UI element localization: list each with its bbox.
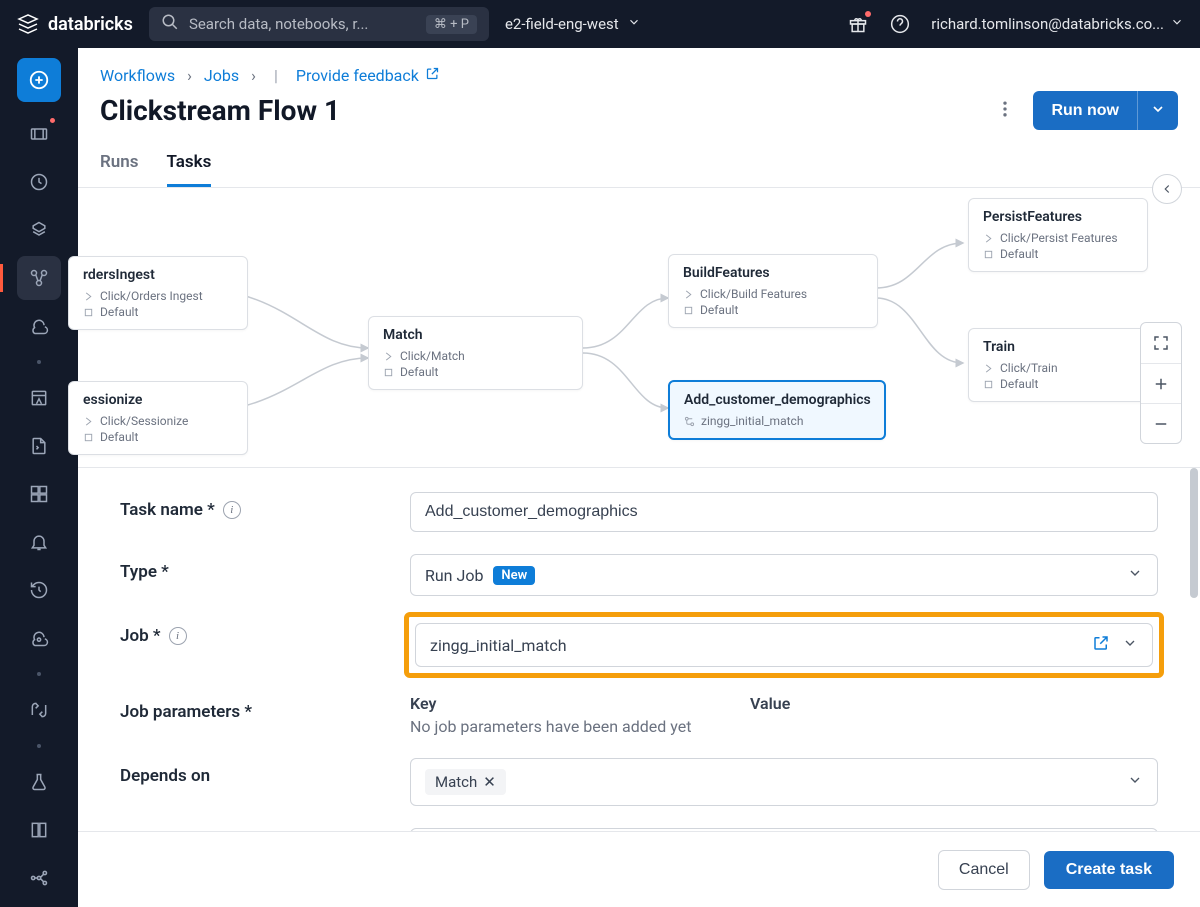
task-node-orders-ingest[interactable]: rdersIngest Click/Orders Ingest Default xyxy=(68,256,248,330)
job-label: Job * xyxy=(120,626,161,646)
dependency-chip: Match✕ xyxy=(425,769,506,795)
search-placeholder: Search data, notebooks, r... xyxy=(189,15,416,33)
sidebar-item-recent[interactable] xyxy=(17,160,61,204)
tab-runs[interactable]: Runs xyxy=(100,152,139,187)
user-menu[interactable]: richard.tomlinson@databricks.co... xyxy=(931,15,1184,33)
sidebar-item-experiments[interactable] xyxy=(17,760,61,804)
chevron-down-icon xyxy=(1127,565,1143,585)
task-node-match[interactable]: Match Click/Match Default xyxy=(368,316,583,390)
search-shortcut: ⌘ + P xyxy=(426,15,477,34)
task-node-sessionize[interactable]: essionize Click/Sessionize Default xyxy=(68,381,248,455)
no-params-message: No job parameters have been added yet xyxy=(410,717,1158,736)
databricks-icon xyxy=(16,12,40,36)
help-icon[interactable] xyxy=(889,13,911,35)
chevron-right-icon: › xyxy=(251,66,256,85)
search-icon xyxy=(161,13,179,35)
new-button[interactable] xyxy=(17,58,61,102)
sidebar-item-history[interactable] xyxy=(17,568,61,612)
chevron-down-icon xyxy=(1122,635,1138,655)
info-icon[interactable]: i xyxy=(223,501,241,519)
task-node-persist-features[interactable]: PersistFeatures Click/Persist Features D… xyxy=(968,198,1148,272)
external-link-icon[interactable] xyxy=(1092,634,1110,656)
task-name-input[interactable] xyxy=(410,492,1158,532)
job-select[interactable]: zingg_initial_match xyxy=(415,623,1153,667)
sidebar-item-models[interactable] xyxy=(17,856,61,900)
sidebar-item-dashboards[interactable] xyxy=(17,472,61,516)
run-if-select[interactable]: All succeeded xyxy=(410,828,1158,831)
create-task-button[interactable]: Create task xyxy=(1044,851,1174,889)
sidebar-item-catalog[interactable] xyxy=(17,208,61,252)
sidebar-item-workflows[interactable] xyxy=(17,256,61,300)
feedback-link[interactable]: Provide feedback xyxy=(296,66,440,85)
task-node-train[interactable]: Train Click/Train Default xyxy=(968,328,1148,402)
zoom-out-button[interactable] xyxy=(1141,403,1181,443)
type-select[interactable]: Run Job New xyxy=(410,554,1158,596)
task-name-label: Task name * xyxy=(120,500,215,520)
type-label: Type * xyxy=(120,562,169,582)
gift-icon[interactable] xyxy=(847,13,869,35)
breadcrumb-jobs[interactable]: Jobs xyxy=(204,66,239,85)
new-badge: New xyxy=(493,566,535,585)
workspace-selector[interactable]: e2-field-eng-west xyxy=(505,15,641,33)
task-node-build-features[interactable]: BuildFeatures Click/Build Features Defau… xyxy=(668,254,878,328)
sidebar-item-warehouse[interactable] xyxy=(17,616,61,660)
page-title: Clickstream Flow 1 xyxy=(100,94,340,127)
scrollbar[interactable] xyxy=(1190,468,1198,598)
sidebar-item-pipelines[interactable] xyxy=(17,688,61,732)
cancel-button[interactable]: Cancel xyxy=(938,850,1030,890)
params-key-header: Key xyxy=(410,694,750,713)
sidebar-item-compute[interactable] xyxy=(17,304,61,348)
sidebar-item-editor[interactable] xyxy=(17,424,61,468)
brand-logo[interactable]: databricks xyxy=(16,12,133,36)
global-search[interactable]: Search data, notebooks, r... ⌘ + P xyxy=(149,7,489,41)
zoom-in-button[interactable] xyxy=(1141,363,1181,403)
depends-on-select[interactable]: Match✕ xyxy=(410,758,1158,806)
tab-tasks[interactable]: Tasks xyxy=(167,152,212,187)
job-parameters-label: Job parameters * xyxy=(120,702,252,722)
task-node-add-customer-demographics[interactable]: Add_customer_demographics zingg_initial_… xyxy=(668,380,886,440)
sidebar-item-features[interactable] xyxy=(17,808,61,852)
chevron-right-icon: › xyxy=(187,66,192,85)
task-config-panel: Task name * i Type * Run Job New Job * i z… xyxy=(78,468,1200,831)
highlighted-field: zingg_initial_match xyxy=(404,612,1164,678)
fit-view-button[interactable] xyxy=(1141,323,1181,363)
breadcrumb-workflows[interactable]: Workflows xyxy=(100,66,175,85)
left-sidebar xyxy=(0,48,78,907)
info-icon[interactable]: i xyxy=(169,627,187,645)
task-graph-canvas[interactable]: rdersIngest Click/Orders Ingest Default … xyxy=(78,188,1200,467)
run-now-button[interactable]: Run now xyxy=(1033,91,1137,130)
external-link-icon xyxy=(425,66,440,85)
params-value-header: Value xyxy=(750,694,790,713)
brand-name: databricks xyxy=(48,14,133,35)
chevron-down-icon xyxy=(627,15,641,33)
chevron-down-icon xyxy=(1170,15,1184,33)
depends-on-label: Depends on xyxy=(120,766,210,786)
sidebar-item-data[interactable] xyxy=(17,112,61,156)
more-actions-button[interactable] xyxy=(989,93,1021,129)
remove-chip-button[interactable]: ✕ xyxy=(483,773,496,791)
sidebar-item-sql[interactable] xyxy=(17,376,61,420)
chevron-down-icon xyxy=(1127,772,1143,792)
sidebar-item-alerts[interactable] xyxy=(17,520,61,564)
breadcrumb: Workflows › Jobs › | Provide feedback xyxy=(78,48,1200,85)
run-dropdown-button[interactable] xyxy=(1137,91,1178,130)
